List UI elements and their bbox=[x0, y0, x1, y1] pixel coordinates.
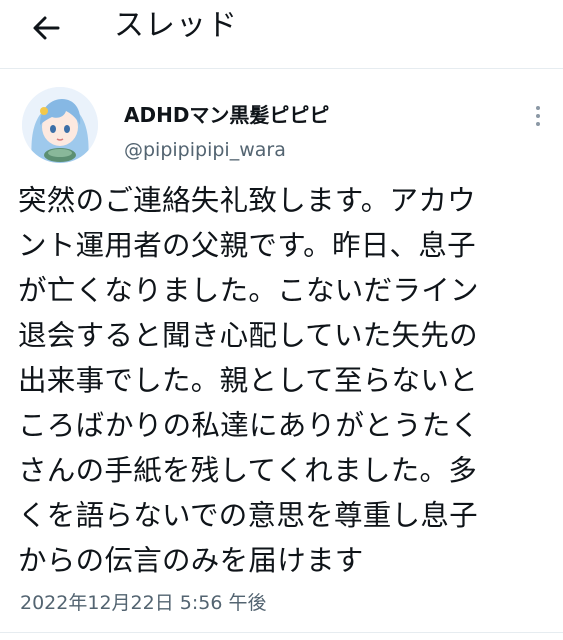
more-options-button[interactable] bbox=[528, 104, 548, 128]
tweet-timestamp[interactable]: 2022年12月22日 5:56 午後 bbox=[20, 590, 266, 616]
divider bbox=[0, 632, 563, 633]
avatar[interactable] bbox=[22, 87, 98, 163]
page-title: スレッド bbox=[114, 8, 238, 43]
arrow-left-icon bbox=[33, 16, 60, 40]
vertical-ellipsis-icon bbox=[536, 106, 540, 126]
author-handle[interactable]: @pipipipipi_wara bbox=[124, 138, 286, 162]
avatar-anime-girl-icon bbox=[22, 87, 98, 163]
back-button[interactable] bbox=[28, 10, 64, 46]
author-display-name[interactable]: ADHDマン黒髪ピピピ bbox=[124, 102, 329, 128]
tweet-body-text: 突然のご連絡失礼致します。アカウ ント運用者の父親です。昨日、息子 が亡くなりま… bbox=[18, 184, 480, 577]
thread-header: スレッド bbox=[0, 0, 563, 69]
